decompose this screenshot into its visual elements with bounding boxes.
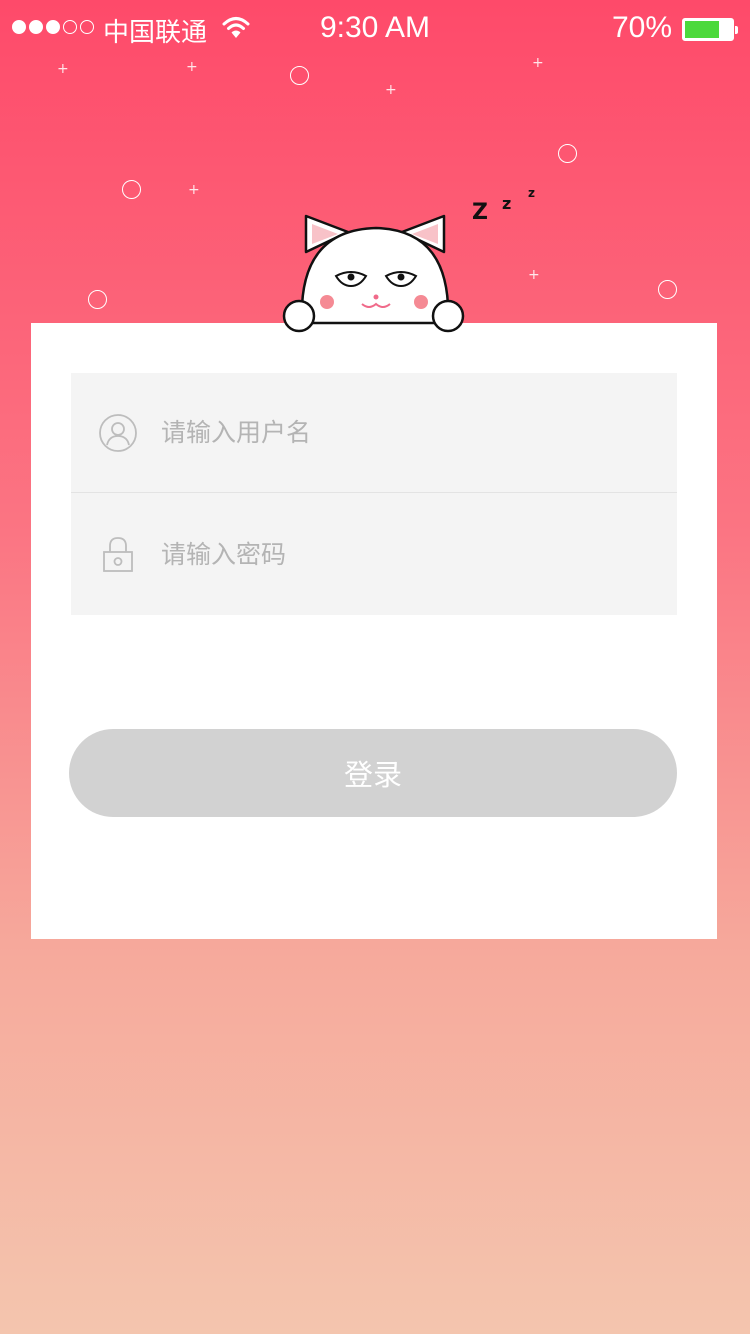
snore-z: z <box>502 194 512 213</box>
password-row <box>71 493 677 615</box>
sparkle-icon: + <box>532 55 544 71</box>
decor-bubble <box>290 66 309 85</box>
sparkle-icon: + <box>385 82 397 98</box>
snore-z: z <box>528 186 535 200</box>
cat-mascot-icon <box>282 214 465 333</box>
sparkle-icon: + <box>188 182 200 198</box>
login-card: 登录 <box>31 323 717 939</box>
status-bar: 中国联通 9:30 AM 70% <box>0 0 750 60</box>
login-button[interactable]: 登录 <box>69 729 677 817</box>
sparkle-icon: + <box>57 61 69 77</box>
decor-bubble <box>658 280 677 299</box>
lock-icon <box>103 537 133 572</box>
sparkle-icon: + <box>186 59 198 75</box>
username-input[interactable] <box>161 407 641 458</box>
snore-z: Z <box>472 200 488 225</box>
login-form <box>71 373 677 615</box>
decor-bubble <box>558 144 577 163</box>
battery-percentage: 70% <box>611 11 672 44</box>
sparkle-icon: + <box>528 267 540 283</box>
battery-icon <box>682 18 738 41</box>
password-input[interactable] <box>161 529 641 579</box>
decor-bubble <box>122 180 141 199</box>
battery-level-fill <box>685 21 719 38</box>
username-row <box>71 373 677 493</box>
user-icon <box>99 413 137 452</box>
decor-bubble <box>88 290 107 309</box>
snore-text: Z z z <box>472 186 552 226</box>
